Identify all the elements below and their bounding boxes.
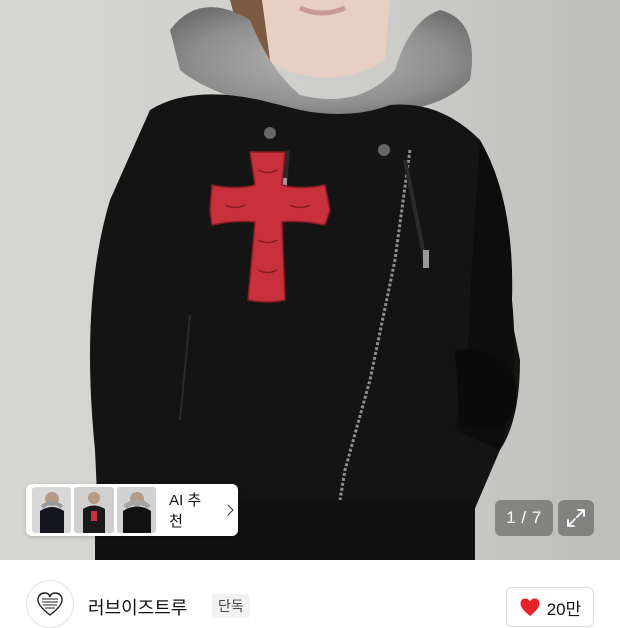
ai-recommend-label: AI 추천 bbox=[169, 492, 202, 530]
expand-button[interactable] bbox=[558, 500, 594, 536]
thumbnail-3[interactable] bbox=[116, 487, 157, 533]
chevron-right-icon bbox=[222, 504, 234, 516]
heart-logo-icon bbox=[37, 592, 63, 616]
expand-icon bbox=[567, 509, 585, 527]
heart-icon bbox=[520, 598, 540, 616]
exclusive-badge: 단독 bbox=[212, 594, 250, 618]
brand-logo[interactable] bbox=[26, 580, 74, 628]
ai-recommend-card[interactable]: AI 추천 bbox=[26, 484, 238, 536]
product-photo[interactable] bbox=[0, 0, 620, 560]
like-count: 20만 bbox=[546, 599, 582, 619]
thumbnail-1[interactable] bbox=[32, 487, 72, 533]
ai-recommend-button[interactable]: AI 추천 bbox=[169, 489, 234, 531]
like-button[interactable]: 20만 bbox=[506, 587, 594, 627]
brand-name[interactable]: 러브이즈트루 bbox=[88, 594, 187, 620]
thumbnail-2[interactable] bbox=[74, 487, 114, 533]
image-counter: 1 / 7 bbox=[495, 500, 553, 536]
product-image-gallery[interactable]: AI 추천 1 / 7 bbox=[0, 0, 620, 560]
